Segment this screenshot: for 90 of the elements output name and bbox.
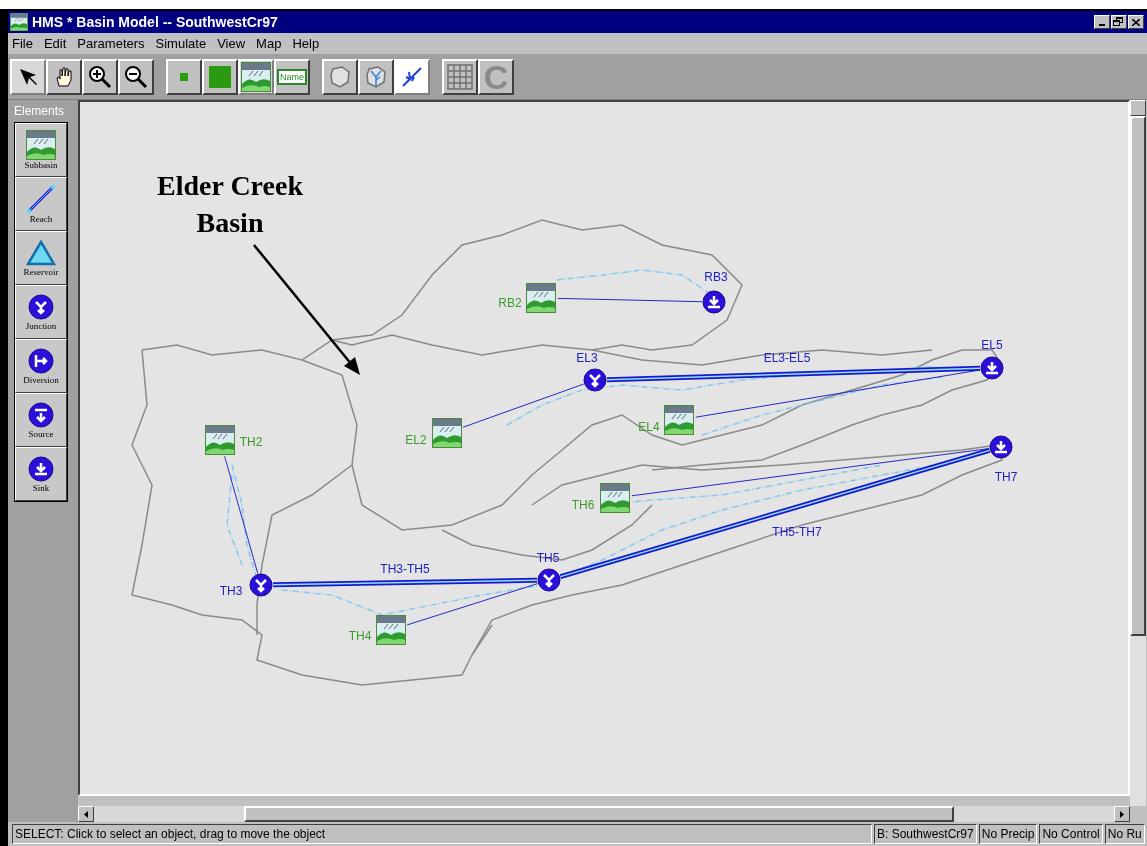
menu-item[interactable]: Parameters — [77, 33, 145, 54]
window-title: HMS * Basin Model -- SouthwestCr97 — [32, 12, 278, 32]
element-tool-button[interactable]: Subbasin — [15, 123, 67, 177]
menu-item[interactable]: File — [12, 33, 33, 54]
sink-icon — [28, 456, 54, 481]
sink-icon — [989, 435, 1013, 459]
minimize-button[interactable] — [1094, 15, 1110, 29]
reach-line[interactable] — [272, 577, 538, 588]
left-arrow-icon — [84, 810, 88, 818]
tool-button[interactable] — [202, 58, 238, 95]
zoom-in-icon — [88, 64, 112, 89]
junction-icon — [28, 294, 54, 319]
subbasin-icon — [526, 283, 556, 313]
element-label: RB3 — [704, 270, 728, 284]
close-button[interactable] — [1128, 15, 1144, 29]
junction-icon — [537, 568, 561, 592]
element-tool-button[interactable]: Reach — [15, 177, 67, 231]
status-panel: B: SouthwestCr97 — [874, 824, 977, 844]
outline-icon — [328, 64, 352, 89]
subbasin-icon — [376, 615, 406, 645]
element-tool-button[interactable]: Diversion — [15, 339, 67, 393]
reach-line[interactable] — [606, 365, 981, 383]
element-label: TH4 — [348, 629, 372, 643]
element-label: EL3 — [576, 351, 598, 365]
tool-button[interactable] — [394, 58, 430, 95]
hand-icon — [53, 65, 75, 88]
element-label: RB2 — [498, 296, 522, 310]
subbasin-icon — [432, 418, 462, 448]
status-panel: No Control — [1039, 824, 1103, 844]
tool-button[interactable] — [82, 58, 118, 95]
horizontal-scrollbar[interactable] — [78, 806, 1130, 822]
tool-button[interactable] — [322, 58, 358, 95]
right-arrow-icon — [1120, 810, 1124, 818]
menu-item[interactable]: Help — [292, 33, 320, 54]
stream-icon — [400, 64, 424, 89]
sink-icon — [702, 290, 726, 314]
diversion-icon — [28, 348, 54, 373]
source-icon — [28, 402, 54, 427]
tool-button[interactable] — [358, 58, 394, 95]
element-label: TH3 — [219, 584, 243, 598]
subbasin-icon — [205, 425, 235, 455]
status-panel: No Precip — [978, 824, 1038, 844]
junction-icon — [583, 368, 607, 392]
square-icon — [209, 65, 231, 88]
tool-button[interactable] — [118, 58, 154, 95]
small-square-icon — [180, 72, 188, 81]
palette-title: Elements — [14, 104, 66, 118]
element-label: EL2 — [405, 433, 427, 447]
element-label: EL5 — [981, 338, 1003, 352]
element-tool-button[interactable]: Source — [15, 393, 67, 447]
annotation-title: Elder Creek — [157, 170, 303, 201]
reach-label: TH5-TH7 — [772, 525, 822, 539]
junction-icon — [249, 573, 273, 597]
close-icon — [1132, 18, 1140, 26]
tool-button[interactable] — [10, 58, 46, 95]
element-label: EL4 — [638, 420, 660, 434]
annotation-title: Basin — [196, 207, 264, 238]
menu-item[interactable]: Map — [256, 33, 282, 54]
element-label: TH6 — [571, 498, 595, 512]
reach-line[interactable] — [559, 448, 991, 579]
tool-button[interactable] — [442, 58, 478, 95]
vertical-scrollbar[interactable] — [1130, 100, 1146, 806]
status-panel: No Ru — [1104, 824, 1145, 844]
element-label: TH2 — [239, 435, 263, 449]
menu-item[interactable]: View — [217, 33, 246, 54]
element-label: TH5 — [536, 551, 560, 565]
sink-icon — [980, 356, 1004, 380]
menu-item[interactable]: Edit — [43, 33, 67, 54]
grid-icon — [447, 63, 473, 90]
subbasin-icon — [26, 130, 56, 159]
element-tool-button[interactable]: Reservoir — [15, 231, 67, 285]
reach-label: TH3-TH5 — [380, 562, 430, 576]
status-message: SELECT: Click to select an object, drag to move the object — [12, 824, 872, 844]
restore-button[interactable] — [1111, 15, 1127, 29]
element-label: TH7 — [994, 470, 1018, 484]
menu-item[interactable]: Simulate — [155, 33, 207, 54]
zoom-out-icon — [124, 64, 148, 89]
element-tool-button[interactable]: Sink — [15, 447, 67, 501]
reach-label: EL3-EL5 — [763, 351, 811, 365]
reach-icon — [26, 183, 56, 214]
subbasin-icon — [664, 405, 694, 435]
stream-outline-icon — [364, 64, 388, 89]
landscape-icon — [241, 62, 271, 91]
tool-button[interactable] — [46, 58, 82, 95]
triangle-icon — [26, 238, 56, 267]
tool-button[interactable] — [166, 58, 202, 95]
element-tool-button[interactable]: Junction — [15, 285, 67, 339]
subbasin-icon — [600, 483, 630, 513]
app-icon — [10, 13, 28, 31]
tool-button[interactable]: Name — [274, 58, 310, 95]
